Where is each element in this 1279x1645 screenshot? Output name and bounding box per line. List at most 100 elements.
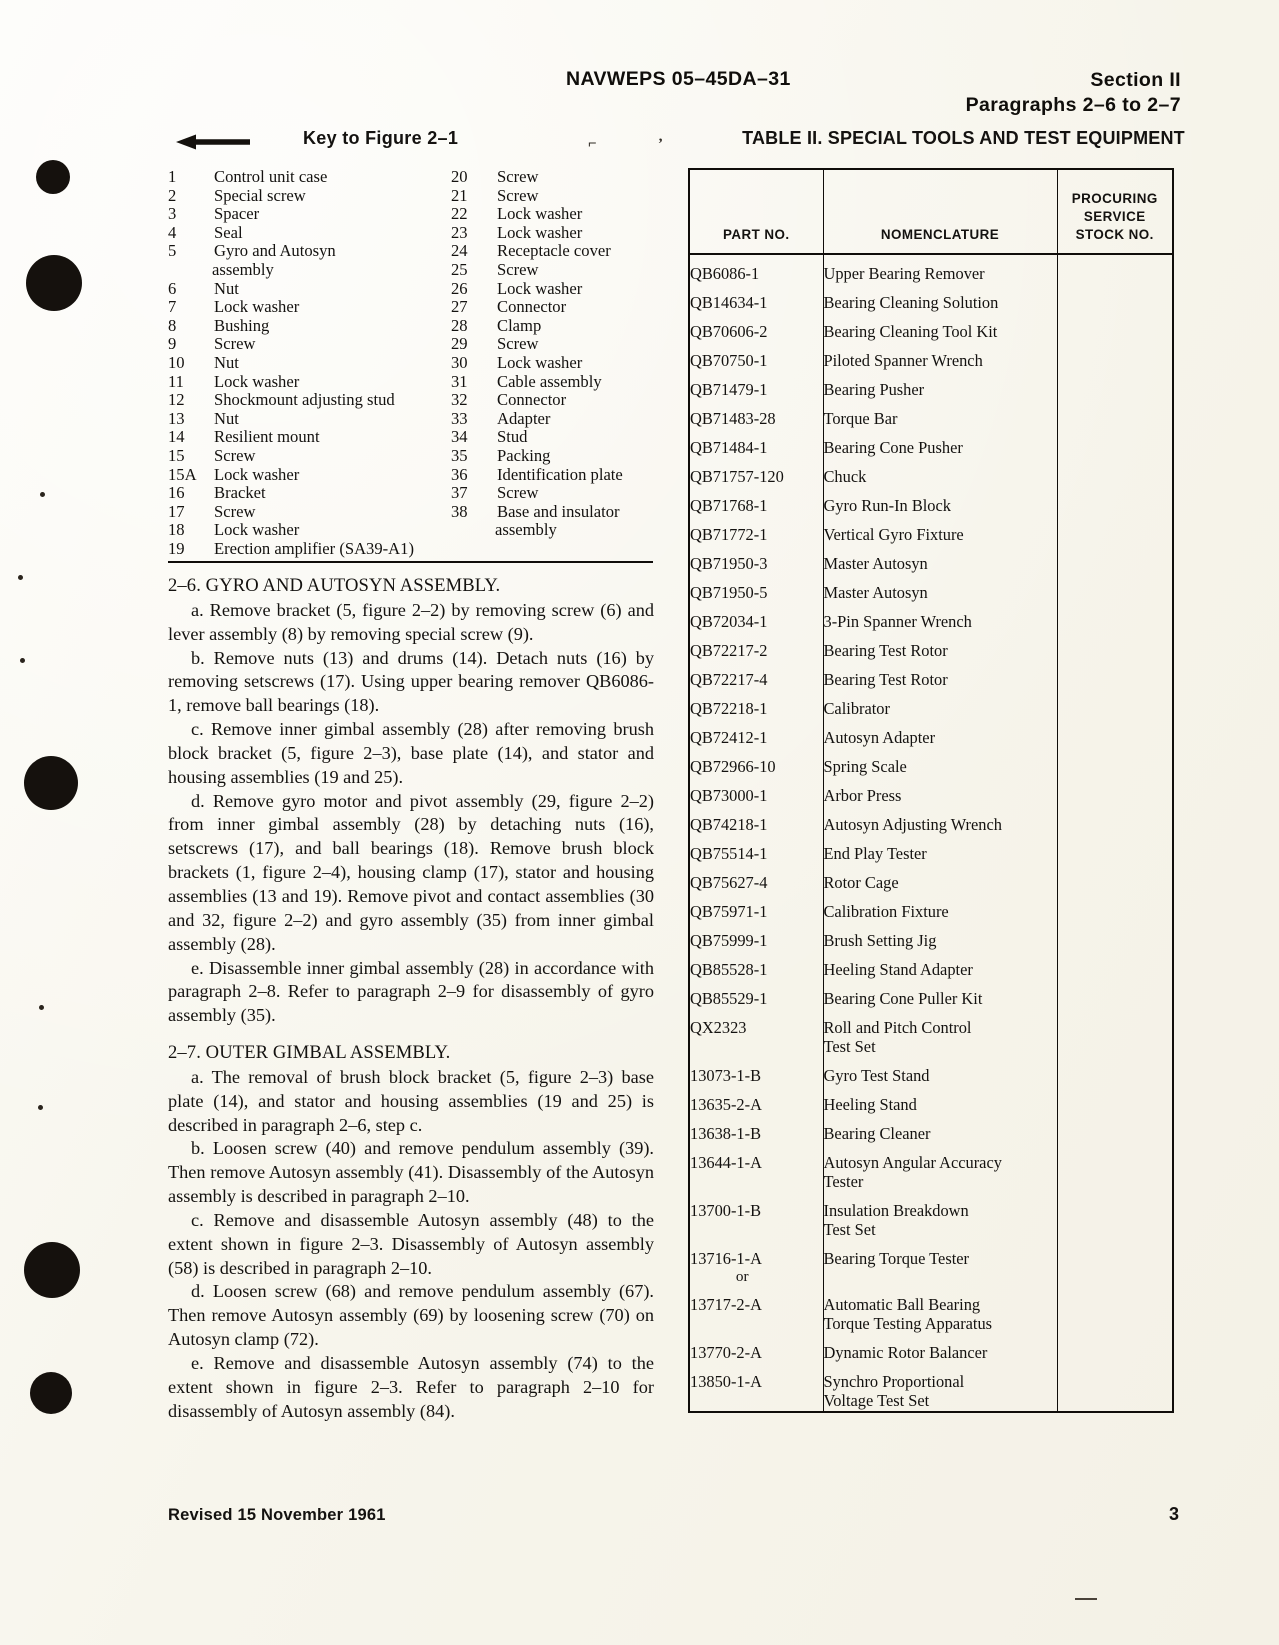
key-list-item: 38 Base and insulator [451, 501, 661, 522]
body-paragraph: c. Remove and disassemble Autosyn assemb… [168, 1209, 654, 1278]
cell-part-no: QX2323 [688, 1009, 824, 1057]
cell-part-no: QB71479-1 [688, 371, 824, 400]
key-item-label: Seal [214, 222, 243, 242]
key-list-item: 15 Screw [168, 446, 458, 466]
part-no-value: 13717-2-A [690, 1295, 762, 1314]
body-paragraph: c. Remove inner gimbal assembly (28) aft… [168, 719, 654, 787]
table-row: QB72217-2 Bearing Test Rotor [688, 632, 1174, 661]
part-no-value: 13073-1-B [690, 1066, 762, 1085]
cell-stock-no [1056, 893, 1174, 922]
nomenclature-value: Master Autosyn [823, 554, 928, 573]
cell-nomenclature: End Play Tester [822, 835, 1058, 864]
nomenclature-value: Synchro Proportional [823, 1372, 965, 1391]
cell-stock-no [1056, 1286, 1174, 1334]
key-item-number: 36 [451, 464, 468, 484]
key-list-item: 7 Lock washer [168, 298, 458, 317]
cell-part-no: 13716-1-A or [688, 1240, 824, 1286]
key-list-item: 1 Control unit case [168, 167, 458, 187]
key-item-number: 24 [451, 241, 468, 261]
key-item-number: 38 [451, 501, 468, 521]
cell-nomenclature: Dynamic Rotor Balancer [822, 1334, 1058, 1363]
scan-speck [39, 1005, 44, 1010]
body-paragraph: b. Loosen screw (40) and remove pendulum… [168, 1138, 654, 1207]
cell-part-no: QB72034-1 [688, 603, 824, 632]
cell-part-no: QB72217-4 [688, 661, 824, 690]
cell-stock-no [1056, 719, 1174, 748]
cell-nomenclature: 3-Pin Spanner Wrench [822, 603, 1058, 632]
cell-stock-no [1056, 1057, 1174, 1086]
part-no-value: QB75627-4 [690, 873, 768, 892]
key-item-number: 32 [451, 390, 468, 410]
nomenclature-value: Bearing Test Rotor [823, 670, 948, 689]
cell-stock-no [1056, 574, 1174, 603]
key-list-item: 11 Lock washer [168, 372, 458, 392]
cell-nomenclature: Upper Bearing Remover [822, 254, 1058, 284]
key-item-label: Connector [497, 390, 567, 410]
cell-stock-no [1056, 980, 1174, 1009]
key-item-number: 9 [168, 334, 177, 354]
nomenclature-value: Calibrator [823, 699, 890, 718]
key-list-item: 9 Screw [168, 335, 458, 354]
nomenclature-value: Spring Scale [823, 757, 907, 776]
punch-hole [26, 255, 82, 311]
nomenclature-value: Calibration Fixture [823, 902, 949, 921]
part-no-value: QB73000-1 [690, 786, 768, 805]
scan-artifact-marks: ⌐ ’ [588, 136, 708, 152]
key-list-item: 35 Packing [451, 446, 661, 466]
key-item-label: Stud [497, 427, 528, 447]
part-no-value: QB75514-1 [690, 844, 768, 863]
page-header: NAVWEPS 05–45DA–31 Section II Paragraphs… [0, 68, 1279, 128]
key-item-number: 16 [168, 483, 185, 503]
cell-stock-no [1056, 1009, 1174, 1057]
key-item-label: Screw [214, 334, 256, 354]
cell-stock-no [1056, 487, 1174, 516]
cell-part-no: QB73000-1 [688, 777, 824, 806]
table-row: QB73000-1 Arbor Press [688, 777, 1174, 806]
key-item-label: Control unit case [214, 167, 328, 186]
cell-nomenclature: Gyro Run-In Block [822, 487, 1058, 516]
key-item-number: 10 [168, 352, 185, 372]
part-no-value: QB71950-5 [690, 583, 768, 602]
special-tools-table-wrapper: PART NO. NOMENCLATURE PROCURING SERVICE … [688, 168, 1174, 1413]
table-row: QB70750-1 Piloted Spanner Wrench [688, 342, 1174, 371]
nomenclature-value-line-2: Torque Testing Apparatus [823, 1314, 993, 1333]
key-list-item: 5 Gyro and Autosyn [168, 242, 458, 261]
cell-stock-no [1056, 429, 1174, 458]
table-body: QB6086-1 Upper Bearing Remover QB14634-1 Be… [688, 254, 1174, 1412]
header-section-block: Section II Paragraphs 2–6 to 2–7 [966, 68, 1181, 118]
body-paragraph: d. Remove gyro motor and pivot assembly … [168, 790, 654, 954]
key-item-number: 20 [451, 167, 468, 186]
cell-stock-no [1056, 342, 1174, 371]
key-item-label: Lock washer [497, 352, 583, 372]
cell-stock-no [1056, 690, 1174, 719]
table-row: QB71757-120 Chuck [688, 458, 1174, 487]
nomenclature-value: Bearing Torque Tester [823, 1249, 969, 1268]
key-item-label: Clamp [497, 315, 542, 335]
nomenclature-value: Bearing Cleaning Tool Kit [823, 322, 998, 341]
key-list-item: 31 Cable assembly [451, 372, 661, 392]
nomenclature-value: Autosyn Angular Accuracy [823, 1153, 1002, 1172]
punch-hole [24, 1242, 80, 1298]
key-list-column-2: 20 Screw 21 Screw 22 Lock washer 23 Lock washer… [451, 167, 661, 540]
key-list-item: 26 Lock washer [451, 279, 661, 299]
key-item-number: 21 [451, 185, 468, 205]
key-list-item: 29 Screw [451, 335, 661, 354]
left-arrow-icon [176, 134, 250, 150]
cell-part-no: QB75627-4 [688, 864, 824, 893]
cell-part-no: 13638-1-B [688, 1115, 824, 1144]
cell-part-no: QB14634-1 [688, 284, 824, 313]
key-item-number: 33 [451, 408, 468, 428]
cell-part-no: QB6086-1 [688, 254, 824, 284]
cell-part-no: 13073-1-B [688, 1057, 824, 1086]
cell-stock-no [1056, 1086, 1174, 1115]
part-no-value: QB75999-1 [690, 931, 768, 950]
stock-header-line-2: SERVICE [1083, 209, 1146, 225]
part-no-value: QB70606-2 [690, 322, 768, 341]
table-row: QB71479-1 Bearing Pusher [688, 371, 1174, 400]
part-no-value: QB72966-10 [690, 757, 776, 776]
cell-nomenclature: Bearing Cone Pusher [822, 429, 1058, 458]
cell-stock-no [1056, 922, 1174, 951]
nomenclature-value: Insulation Breakdown [823, 1201, 969, 1220]
cell-stock-no [1056, 284, 1174, 313]
cell-nomenclature: Bearing Cone Puller Kit [822, 980, 1058, 1009]
